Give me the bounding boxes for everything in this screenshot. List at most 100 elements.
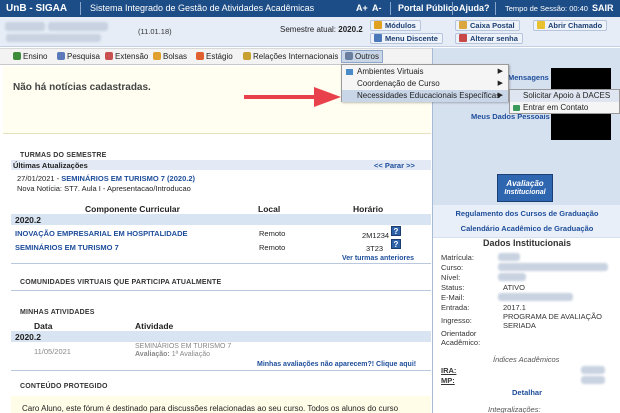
puzzle-icon xyxy=(374,21,382,29)
course-local: Remoto xyxy=(259,229,286,238)
col-componente: Componente Curricular xyxy=(85,204,180,214)
redacted-value xyxy=(498,263,608,271)
public-portal-link[interactable]: Portal Público xyxy=(398,3,459,13)
scholarship-icon xyxy=(153,52,161,60)
forum-notice-text: Caro Aluno, este fórum é destinado para … xyxy=(22,404,399,413)
globe-icon xyxy=(243,52,251,60)
divider xyxy=(80,2,81,15)
update-entry: 27/01/2021 - SEMINÁRIOS EM TURISMO 7 (20… xyxy=(17,174,195,183)
academic-indices-title: Índices Acadêmicos xyxy=(493,355,560,364)
previous-classes-link[interactable]: Ver turmas anteriores xyxy=(342,255,414,262)
key-icon xyxy=(459,34,467,42)
contact-icon xyxy=(513,105,520,111)
submenu-item-entrar-em-contato[interactable]: Entrar em Contato xyxy=(510,102,619,114)
redacted-value xyxy=(581,366,605,374)
no-news-message: Não há notícias cadastradas. xyxy=(13,82,151,93)
mailbox-button[interactable]: Caixa Postal xyxy=(455,20,520,31)
divider xyxy=(11,263,431,264)
top-bar: UnB - SIGAA Sistema Integrado de Gestão … xyxy=(0,0,620,17)
divider xyxy=(11,290,431,291)
semester-row xyxy=(11,214,431,225)
menu-extensao[interactable]: Extensão xyxy=(105,52,148,61)
label-nivel: Nível: xyxy=(441,273,461,282)
current-semester: Semestre atual: 2020.2 xyxy=(280,25,363,34)
course-link-inovacao[interactable]: INOVAÇÃO EMPRESARIAL EM HOSPITALIDADE xyxy=(15,229,188,238)
app-subtitle: Sistema Integrado de Gestão de Atividade… xyxy=(90,3,315,13)
regulation-link[interactable]: Regulamento dos Cursos de Graduação xyxy=(433,209,620,218)
student-menu-button[interactable]: Menu Discente xyxy=(370,33,443,44)
unit-code: (11.01.18) xyxy=(138,27,172,36)
user-info-band: (11.01.18) Semestre atual: 2020.2 Módulo… xyxy=(0,17,620,47)
menu-icon xyxy=(374,34,382,42)
help-icon[interactable]: ? xyxy=(391,239,401,249)
help-icon[interactable]: ? xyxy=(391,226,401,236)
submenu-arrow-icon: ▶ xyxy=(497,68,503,75)
course-time: 3T23 xyxy=(366,244,384,253)
label-orientador: Orientador Acadêmico: xyxy=(441,329,481,347)
redacted-user-name xyxy=(48,22,108,31)
activity-evaluation: Avaliação: 1ª Avaliação xyxy=(135,351,210,358)
activity-date: 11/05/2021 xyxy=(34,347,71,356)
divider xyxy=(452,2,453,15)
col-local: Local xyxy=(258,204,281,214)
internship-icon xyxy=(196,52,204,60)
detail-link[interactable]: Detalhar xyxy=(433,388,620,397)
divider xyxy=(390,2,391,15)
redacted-value xyxy=(581,376,605,384)
menu-pesquisa[interactable]: Pesquisa xyxy=(57,52,100,61)
activities-section-title: Minhas atividades xyxy=(20,309,95,316)
course-time: 2M1234 xyxy=(362,231,390,240)
menu-bolsas[interactable]: Bolsas xyxy=(153,52,187,61)
messages-link[interactable]: Mensagens xyxy=(508,73,549,82)
menu-relacoes-internacionais[interactable]: Relações Internacionais xyxy=(243,52,338,61)
submenu-arrow-icon: ▶ xyxy=(497,80,503,87)
institutional-data-title: Dados Institucionais xyxy=(482,238,571,248)
update-course-link[interactable]: SEMINÁRIOS EM TURISMO 7 (2020.2) xyxy=(61,174,195,183)
logout-link[interactable]: SAIR xyxy=(592,3,614,13)
menu-outros[interactable]: Outros xyxy=(341,50,384,63)
label-ira: IRA: xyxy=(441,366,457,375)
col-horario: Horário xyxy=(353,204,384,214)
update-note: Nova Notícia: ST7. Aula I - Apresentacao… xyxy=(17,184,191,193)
label-mp: MP: xyxy=(441,376,455,385)
font-increase-button[interactable]: A+ xyxy=(356,3,368,13)
integralizations-title: Integralizações: xyxy=(488,405,541,413)
protected-content-title: Conteúdo protegido xyxy=(20,383,108,390)
activity-course: SEMINÁRIOS EM TURISMO 7 xyxy=(135,343,232,350)
submenu-item-solicitar-apoio[interactable]: Solicitar Apoio à DACES xyxy=(510,90,619,102)
course-link-seminarios[interactable]: SEMINÁRIOS EM TURISMO 7 xyxy=(15,243,119,252)
redacted-value xyxy=(498,293,573,301)
stop-updates-link[interactable]: << Parar >> xyxy=(374,161,415,170)
dropdown-item-ambientes-virtuais[interactable]: Ambientes Virtuais ▶ xyxy=(342,66,508,78)
magnifier-icon xyxy=(57,52,65,60)
app-title: UnB - SIGAA xyxy=(6,3,68,14)
mail-icon xyxy=(459,21,467,29)
extension-icon xyxy=(105,52,113,60)
admission-value: PROGRAMA DE AVALIAÇÃO SERIADA xyxy=(503,312,602,330)
folder-icon xyxy=(345,52,353,60)
main-menu-bar: Ensino Pesquisa Extensão Bolsas Estágio … xyxy=(0,48,432,65)
menu-ensino[interactable]: Ensino xyxy=(13,52,47,61)
red-arrow-annotation xyxy=(244,87,341,107)
font-decrease-button[interactable]: A- xyxy=(372,3,382,13)
outros-dropdown-menu: Ambientes Virtuais ▶ Coordenação de Curso… xyxy=(341,64,509,102)
dropdown-item-coordenacao[interactable]: Coordenação de Curso ▶ xyxy=(342,78,508,90)
label-ingresso: Ingresso: xyxy=(441,316,472,325)
session-timer: Tempo de Sessão: 00:40 xyxy=(505,4,588,13)
help-link[interactable]: Ajuda? xyxy=(459,3,490,13)
window-icon xyxy=(346,69,353,75)
calendar-link[interactable]: Calendário Acadêmico de Graduação xyxy=(433,224,620,233)
modules-button[interactable]: Módulos xyxy=(370,20,421,31)
menu-estagio[interactable]: Estágio xyxy=(196,52,233,61)
label-matricula: Matrícula: xyxy=(441,253,474,262)
ticket-icon xyxy=(537,21,545,29)
open-ticket-button[interactable]: Abrir Chamado xyxy=(533,20,608,31)
submenu-arrow-icon: ▶ xyxy=(497,92,503,99)
dropdown-item-necessidades[interactable]: Necessidades Educacionais Específicas ▶ xyxy=(342,90,508,102)
communities-section-title: Comunidades virtuais que participa atual… xyxy=(20,279,222,286)
divider xyxy=(11,370,431,371)
change-password-button[interactable]: Alterar senha xyxy=(455,33,523,44)
missing-evaluations-link[interactable]: Minhas avaliações não aparecem?! Clique … xyxy=(257,361,416,368)
necessidades-submenu: Solicitar Apoio à DACES Entrar em Contat… xyxy=(509,89,620,114)
institutional-evaluation-badge[interactable]: Avaliação Institucional xyxy=(497,174,553,202)
